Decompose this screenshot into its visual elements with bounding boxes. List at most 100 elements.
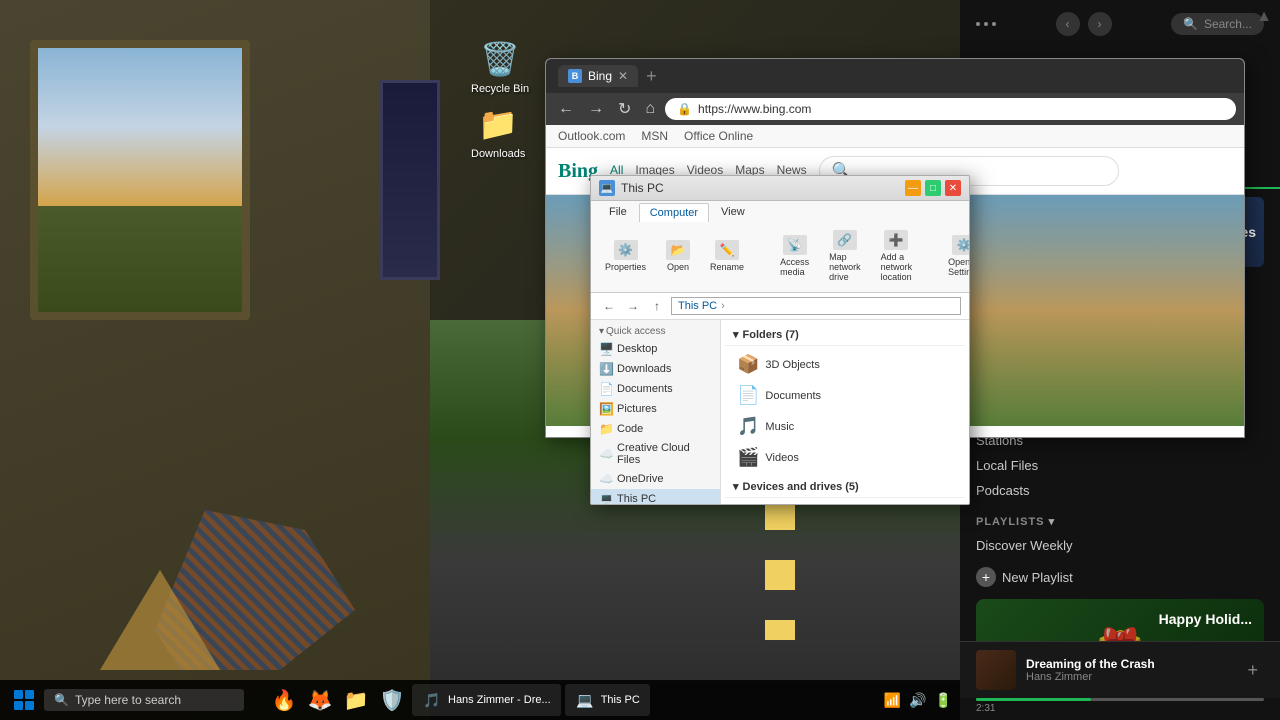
back-btn[interactable]: ← — [554, 98, 578, 120]
sidebar-onedrive[interactable]: ☁️ OneDrive — [591, 469, 720, 489]
sidebar-downloads[interactable]: ⬇️ Downloads — [591, 359, 720, 379]
folder-documents[interactable]: 📄 Documents — [729, 381, 961, 410]
ribbon-add-location[interactable]: ➕ Add a network location — [875, 226, 919, 286]
downloads-icon-small: ⬇️ — [599, 362, 613, 376]
nav-up[interactable]: ↑ — [647, 296, 667, 316]
close-btn[interactable]: ✕ — [945, 180, 961, 196]
explorer-sidebar: ▾ Quick access 🖥️ Desktop ⬇️ Downloads 📄… — [591, 320, 721, 505]
track-name: Dreaming of the Crash — [1026, 657, 1231, 671]
taskbar-search-placeholder: Type here to search — [75, 693, 181, 707]
tab-close-btn[interactable]: ✕ — [618, 69, 628, 83]
quick-access-header: ▾ Quick access — [591, 324, 720, 339]
nav-right-arrow[interactable]: › — [1088, 12, 1112, 36]
sidebar-pictures[interactable]: 🖼️ Pictures — [591, 399, 720, 419]
folder-3dobjects[interactable]: 📦 3D Objects — [729, 350, 961, 379]
taskbar-search[interactable]: 🔍 Type here to search — [44, 689, 244, 711]
taskbar-volume-icon: 🔊 — [909, 692, 926, 709]
explorer-address[interactable]: This PC › — [671, 297, 961, 315]
folder-videos-label: Videos — [765, 452, 798, 464]
taskbar-pin-2[interactable]: 🦊 — [304, 684, 336, 716]
rename-label: Rename — [710, 262, 744, 272]
taskbar-pin-3[interactable]: 📁 — [340, 684, 372, 716]
folder-music[interactable]: 🎵 Music — [729, 412, 961, 441]
properties-icon: ⚙️ — [614, 240, 638, 260]
start-button[interactable] — [8, 684, 40, 716]
recycle-bin-icon[interactable]: 🗑️ Recycle Bin — [467, 35, 533, 99]
downloads-img: 📁 — [478, 104, 518, 144]
sidebar-documents[interactable]: 📄 Documents — [591, 379, 720, 399]
pyramid — [100, 570, 220, 670]
ribbon-rename[interactable]: ✏️ Rename — [704, 236, 750, 276]
nav-forward[interactable]: → — [623, 296, 643, 316]
breadcrumb-thispc[interactable]: This PC — [678, 300, 717, 312]
browser-bookmarks: Outlook.com MSN Office Online — [546, 125, 1244, 148]
progress-area: 2:31 — [960, 698, 1280, 720]
ribbon-tab-view[interactable]: View — [711, 203, 755, 222]
sidebar-desktop[interactable]: 🖥️ Desktop — [591, 339, 720, 359]
open-label: Open — [667, 262, 689, 272]
dot-3 — [992, 22, 996, 26]
now-playing-bar: Dreaming of the Crash Hans Zimmer + — [960, 641, 1280, 698]
ribbon-open[interactable]: 📂 Open — [660, 236, 696, 276]
nav-back[interactable]: ← — [599, 296, 619, 316]
progress-bar[interactable] — [976, 698, 1264, 701]
ribbon-content: ⚙️ Properties 📂 Open ✏️ Rename 📡 Access … — [599, 222, 961, 290]
downloads-icon[interactable]: 📁 Downloads — [467, 100, 529, 164]
ribbon-tab-file[interactable]: File — [599, 203, 637, 222]
refresh-btn[interactable]: ↻ — [614, 97, 635, 121]
collapse-btn[interactable]: ▲ — [1248, 0, 1280, 34]
new-tab-btn[interactable]: + — [646, 66, 657, 87]
open-icon: 📂 — [666, 240, 690, 260]
add-to-library-btn[interactable]: + — [1241, 658, 1264, 683]
explorer-titlebar: 💻 This PC — □ ✕ — [591, 176, 969, 201]
gift-card[interactable]: 🎁 Happy Holid... — [976, 599, 1264, 641]
bookmark-outlook[interactable]: Outlook.com — [558, 129, 625, 143]
taskbar-pin-4[interactable]: 🛡️ — [376, 684, 408, 716]
ribbon-access-media[interactable]: 📡 Access media — [774, 231, 815, 281]
videos-folder-icon: 🎬 — [737, 447, 759, 468]
library-local-files[interactable]: Local Files — [960, 453, 1280, 478]
forward-btn[interactable]: → — [584, 98, 608, 120]
ribbon-tab-computer[interactable]: Computer — [639, 203, 709, 222]
home-btn[interactable]: ⌂ — [641, 98, 659, 120]
explorer-controls: — □ ✕ — [905, 180, 961, 196]
taskbar-explorer-item[interactable]: 💻 This PC — [565, 684, 650, 716]
taskbar-pin-1-icon: 🔥 — [272, 688, 297, 713]
album-thumbnail — [976, 650, 1016, 690]
playlists-collapse[interactable]: ▾ — [1049, 516, 1056, 528]
playlist-discover-weekly[interactable]: Discover Weekly — [960, 532, 1280, 559]
sidebar-creative-cloud[interactable]: ☁️ Creative Cloud Files — [591, 439, 720, 469]
ribbon-properties[interactable]: ⚙️ Properties — [599, 236, 652, 276]
minimize-btn[interactable]: — — [905, 180, 921, 196]
explorer-window-icon: 💻 — [599, 180, 615, 196]
bookmark-office[interactable]: Office Online — [684, 129, 753, 143]
ribbon-map-drive[interactable]: 🔗 Map network drive — [823, 226, 867, 286]
taskbar-pin-1[interactable]: 🔥 — [268, 684, 300, 716]
browser-tab[interactable]: B Bing ✕ — [558, 65, 638, 87]
taskbar-spotify-item[interactable]: 🎵 Hans Zimmer - Dre... — [412, 684, 561, 716]
maximize-btn[interactable]: □ — [925, 180, 941, 196]
spotify-header: ‹ › 🔍 Search... ▲ — [960, 0, 1280, 48]
lock-icon: 🔒 — [677, 102, 692, 116]
current-time: 2:31 — [976, 703, 995, 714]
new-playlist-btn[interactable]: + New Playlist — [960, 559, 1280, 595]
explorer-window: 💻 This PC — □ ✕ File Computer View ⚙️ Pr… — [590, 175, 970, 505]
nav-left-arrow[interactable]: ‹ — [1056, 12, 1080, 36]
ribbon-open-settings[interactable]: ⚙️ Open Settings — [942, 231, 970, 281]
thispc-icon-small: 💻 — [599, 492, 613, 505]
folder-grid: 📦 3D Objects 📄 Documents 🎵 Music 🎬 Video… — [725, 346, 965, 476]
address-bar[interactable]: 🔒 https://www.bing.com — [665, 98, 1236, 120]
sidebar-thispc[interactable]: 💻 This PC — [591, 489, 720, 505]
folder-videos[interactable]: 🎬 Videos — [729, 443, 961, 472]
taskbar-pin-4-icon: 🛡️ — [380, 688, 405, 713]
access-media-icon: 📡 — [783, 235, 807, 255]
sidebar-code[interactable]: 📁 Code — [591, 419, 720, 439]
ribbon-tabs: File Computer View — [599, 203, 961, 222]
explorer-body: ▾ Quick access 🖥️ Desktop ⬇️ Downloads 📄… — [591, 320, 969, 505]
3d-objects — [100, 420, 400, 670]
explorer-ribbon: File Computer View ⚙️ Properties 📂 Open … — [591, 201, 969, 293]
rename-icon: ✏️ — [715, 240, 739, 260]
dot-1 — [976, 22, 980, 26]
library-podcasts[interactable]: Podcasts — [960, 478, 1280, 503]
bookmark-msn[interactable]: MSN — [641, 129, 668, 143]
